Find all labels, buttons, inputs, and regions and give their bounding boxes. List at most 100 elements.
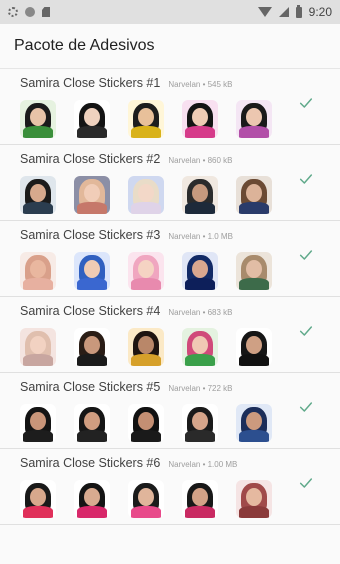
sticker-face	[84, 260, 100, 278]
signal-icon	[278, 7, 289, 17]
check-icon[interactable]	[298, 475, 314, 491]
check-icon[interactable]	[298, 323, 314, 339]
pack-name: Samira Close Stickers #3	[20, 228, 161, 242]
sticker-face	[246, 260, 262, 278]
sticker-body	[239, 354, 269, 366]
sticker-thumbnail	[74, 404, 110, 442]
pack-meta: Narvelan • 683 kB	[168, 308, 233, 317]
sticker-body	[131, 126, 161, 138]
sticker-face	[30, 488, 46, 506]
pack-row-2[interactable]: Samira Close Stickers #2 Narvelan • 860 …	[0, 145, 340, 221]
sticker-body	[23, 354, 53, 366]
pack-row-3[interactable]: Samira Close Stickers #3 Narvelan • 1.0 …	[0, 221, 340, 297]
pack-row-4[interactable]: Samira Close Stickers #4 Narvelan • 683 …	[0, 297, 340, 373]
sticker-thumbnail	[74, 176, 110, 214]
sticker-thumbnail	[236, 252, 272, 290]
sticker-thumbnail	[20, 328, 56, 366]
check-icon[interactable]	[298, 399, 314, 415]
pack-header: Samira Close Stickers #3 Narvelan • 1.0 …	[20, 228, 340, 244]
sticker-body	[185, 278, 215, 290]
pack-header: Samira Close Stickers #6 Narvelan • 1.00…	[20, 456, 340, 472]
sticker-face	[192, 184, 208, 202]
pack-row-6[interactable]: Samira Close Stickers #6 Narvelan • 1.00…	[0, 449, 340, 525]
sticker-body	[77, 506, 107, 518]
check-icon[interactable]	[298, 95, 314, 111]
sdcard-icon	[42, 7, 50, 17]
status-time: 9:20	[308, 5, 332, 19]
sticker-body	[239, 430, 269, 442]
check-icon[interactable]	[298, 171, 314, 187]
sticker-face	[84, 336, 100, 354]
sticker-body	[23, 430, 53, 442]
sticker-thumbnail	[20, 252, 56, 290]
sticker-thumbnail	[236, 328, 272, 366]
pack-meta: Narvelan • 860 kB	[168, 156, 233, 165]
wifi-icon	[257, 7, 272, 17]
sticker-face	[192, 260, 208, 278]
pack-meta: Narvelan • 722 kB	[168, 384, 233, 393]
sticker-preview-row	[20, 404, 340, 442]
battery-icon	[295, 4, 302, 18]
sticker-thumbnail	[182, 480, 218, 518]
sticker-face	[246, 184, 262, 202]
sticker-thumbnail	[20, 176, 56, 214]
sticker-body	[239, 506, 269, 518]
sticker-thumbnail	[182, 404, 218, 442]
sticker-face	[84, 412, 100, 430]
sticker-preview-row	[20, 328, 340, 366]
sticker-thumbnail	[236, 480, 272, 518]
sticker-face	[246, 488, 262, 506]
sticker-face	[84, 184, 100, 202]
pack-name: Samira Close Stickers #4	[20, 304, 161, 318]
sticker-body	[185, 354, 215, 366]
sticker-face	[192, 488, 208, 506]
sticker-face	[192, 108, 208, 126]
sticker-body	[77, 278, 107, 290]
sticker-body	[131, 278, 161, 290]
sticker-body	[77, 354, 107, 366]
sticker-face	[30, 336, 46, 354]
sticker-preview-row	[20, 480, 340, 518]
sticker-face	[30, 108, 46, 126]
sticker-face	[246, 336, 262, 354]
sticker-thumbnail	[74, 328, 110, 366]
sticker-body	[131, 354, 161, 366]
app-bar: Pacote de Adesivos	[0, 24, 340, 68]
pack-name: Samira Close Stickers #1	[20, 76, 161, 90]
sticker-body	[131, 430, 161, 442]
check-icon[interactable]	[298, 247, 314, 263]
sticker-body	[239, 202, 269, 214]
sticker-body	[239, 278, 269, 290]
sticker-face	[30, 412, 46, 430]
pack-row-1[interactable]: Samira Close Stickers #1 Narvelan • 545 …	[0, 69, 340, 145]
sticker-body	[23, 202, 53, 214]
sticker-face	[30, 260, 46, 278]
sticker-thumbnail	[128, 252, 164, 290]
sticker-thumbnail	[128, 176, 164, 214]
sticker-body	[77, 202, 107, 214]
pack-meta: Narvelan • 1.0 MB	[168, 232, 233, 241]
sticker-body	[131, 506, 161, 518]
sticker-thumbnail	[182, 328, 218, 366]
sticker-face	[30, 184, 46, 202]
sticker-thumbnail	[74, 100, 110, 138]
pack-header: Samira Close Stickers #4 Narvelan • 683 …	[20, 304, 340, 320]
sticker-face	[246, 412, 262, 430]
sticker-thumbnail	[20, 404, 56, 442]
sticker-body	[131, 202, 161, 214]
sticker-body	[185, 506, 215, 518]
sticker-preview-row	[20, 176, 340, 214]
status-left-icons	[8, 7, 50, 17]
sticker-thumbnail	[236, 100, 272, 138]
sticker-body	[23, 278, 53, 290]
pack-row-5[interactable]: Samira Close Stickers #5 Narvelan • 722 …	[0, 373, 340, 449]
page-title: Pacote de Adesivos	[14, 37, 155, 54]
sticker-face	[138, 184, 154, 202]
status-right-icons: 9:20	[257, 4, 332, 19]
circle-icon	[25, 7, 35, 17]
sticker-thumbnail	[20, 100, 56, 138]
sticker-preview-row	[20, 100, 340, 138]
sticker-face	[192, 412, 208, 430]
pack-meta: Narvelan • 545 kB	[168, 80, 233, 89]
pack-header: Samira Close Stickers #5 Narvelan • 722 …	[20, 380, 340, 396]
